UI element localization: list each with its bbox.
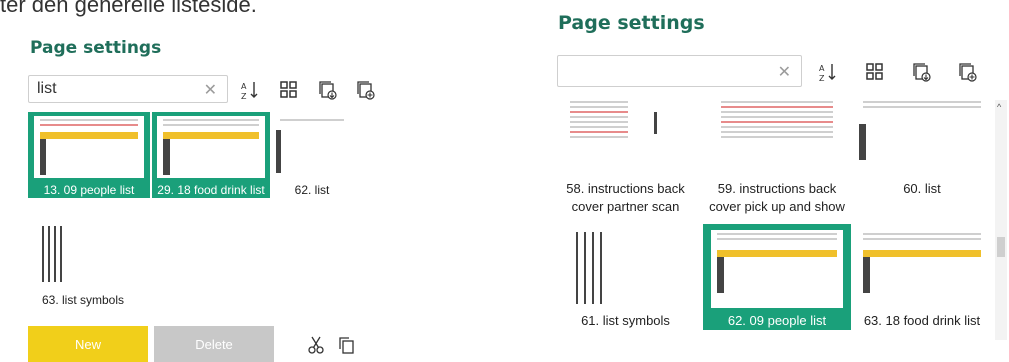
page-preview <box>857 230 987 308</box>
sort-az-icon[interactable]: AZ <box>240 79 262 101</box>
page-thumbnail[interactable]: 59. instructions back cover pick up and … <box>703 96 851 218</box>
search-input[interactable] <box>558 56 753 86</box>
thumbnail-label: 62. list <box>294 183 330 197</box>
thumbnail-label: 13. 09 people list <box>43 183 135 197</box>
vertical-scrollbar[interactable]: ^ <box>995 100 1007 340</box>
new-button[interactable]: New <box>28 326 148 362</box>
page-thumbnail[interactable]: 60. list <box>855 96 989 218</box>
thumbnail-label: 58. instructions back cover partner scan <box>566 181 685 214</box>
page-preview <box>157 116 265 178</box>
page-preview <box>715 98 839 174</box>
svg-text:Z: Z <box>819 74 825 83</box>
page-preview <box>568 230 684 306</box>
page-preview <box>711 230 843 308</box>
search-field[interactable]: ✕ <box>557 55 802 87</box>
page-thumbnail[interactable]: 58. instructions back cover partner scan <box>552 96 699 218</box>
thumbnail-label: 62. 09 people list <box>727 313 827 328</box>
page-preview <box>274 116 350 178</box>
delete-button[interactable]: Delete <box>154 326 274 362</box>
insert-page-icon[interactable] <box>316 79 338 101</box>
partial-header-text: ter den generelle listeside. <box>0 0 257 17</box>
panel-title: Page settings <box>558 12 705 34</box>
page-thumbnail[interactable]: 63. list symbols <box>28 220 138 308</box>
panel-title: Page settings <box>30 38 162 58</box>
add-page-icon[interactable] <box>354 79 376 101</box>
clear-icon[interactable]: ✕ <box>778 62 791 82</box>
svg-text:A: A <box>241 82 247 91</box>
page-thumbnail[interactable]: 62. list <box>272 112 352 198</box>
cut-icon[interactable] <box>305 334 327 356</box>
page-thumbnail[interactable]: 61. list symbols <box>552 224 699 330</box>
page-thumbnail[interactable]: 29. 18 food drink list <box>152 112 270 198</box>
thumbnail-label: 59. instructions back cover pick up and … <box>709 181 845 214</box>
grid-icon[interactable] <box>864 61 886 83</box>
svg-text:A: A <box>819 64 825 73</box>
page-thumbnail[interactable]: 63. 18 food drink list <box>855 224 989 330</box>
grid-icon[interactable] <box>278 79 300 101</box>
thumbnail-label: 29. 18 food drink list <box>157 183 265 197</box>
thumbnail-label: 60. list <box>903 181 941 196</box>
page-preview <box>36 222 132 288</box>
search-input[interactable] <box>29 76 188 102</box>
svg-text:Z: Z <box>241 92 247 101</box>
page-preview <box>564 98 688 174</box>
page-preview <box>857 98 987 174</box>
copy-icon[interactable] <box>335 334 357 356</box>
sort-az-icon[interactable]: AZ <box>818 61 840 83</box>
scrollbar-thumb[interactable] <box>997 237 1005 257</box>
scroll-up-icon[interactable]: ^ <box>997 102 1001 112</box>
thumbnail-label: 61. list symbols <box>581 313 670 328</box>
thumbnail-label: 63. list symbols <box>41 293 125 307</box>
insert-page-icon[interactable] <box>910 61 932 83</box>
add-page-icon[interactable] <box>956 61 978 83</box>
clear-icon[interactable]: ✕ <box>204 80 217 100</box>
page-thumbnail[interactable]: 13. 09 people list <box>28 112 150 198</box>
search-field[interactable]: ✕ <box>28 75 228 103</box>
page-thumbnail[interactable]: 62. 09 people list <box>703 224 851 330</box>
thumbnail-label: 63. 18 food drink list <box>863 313 981 328</box>
page-preview <box>34 116 144 178</box>
